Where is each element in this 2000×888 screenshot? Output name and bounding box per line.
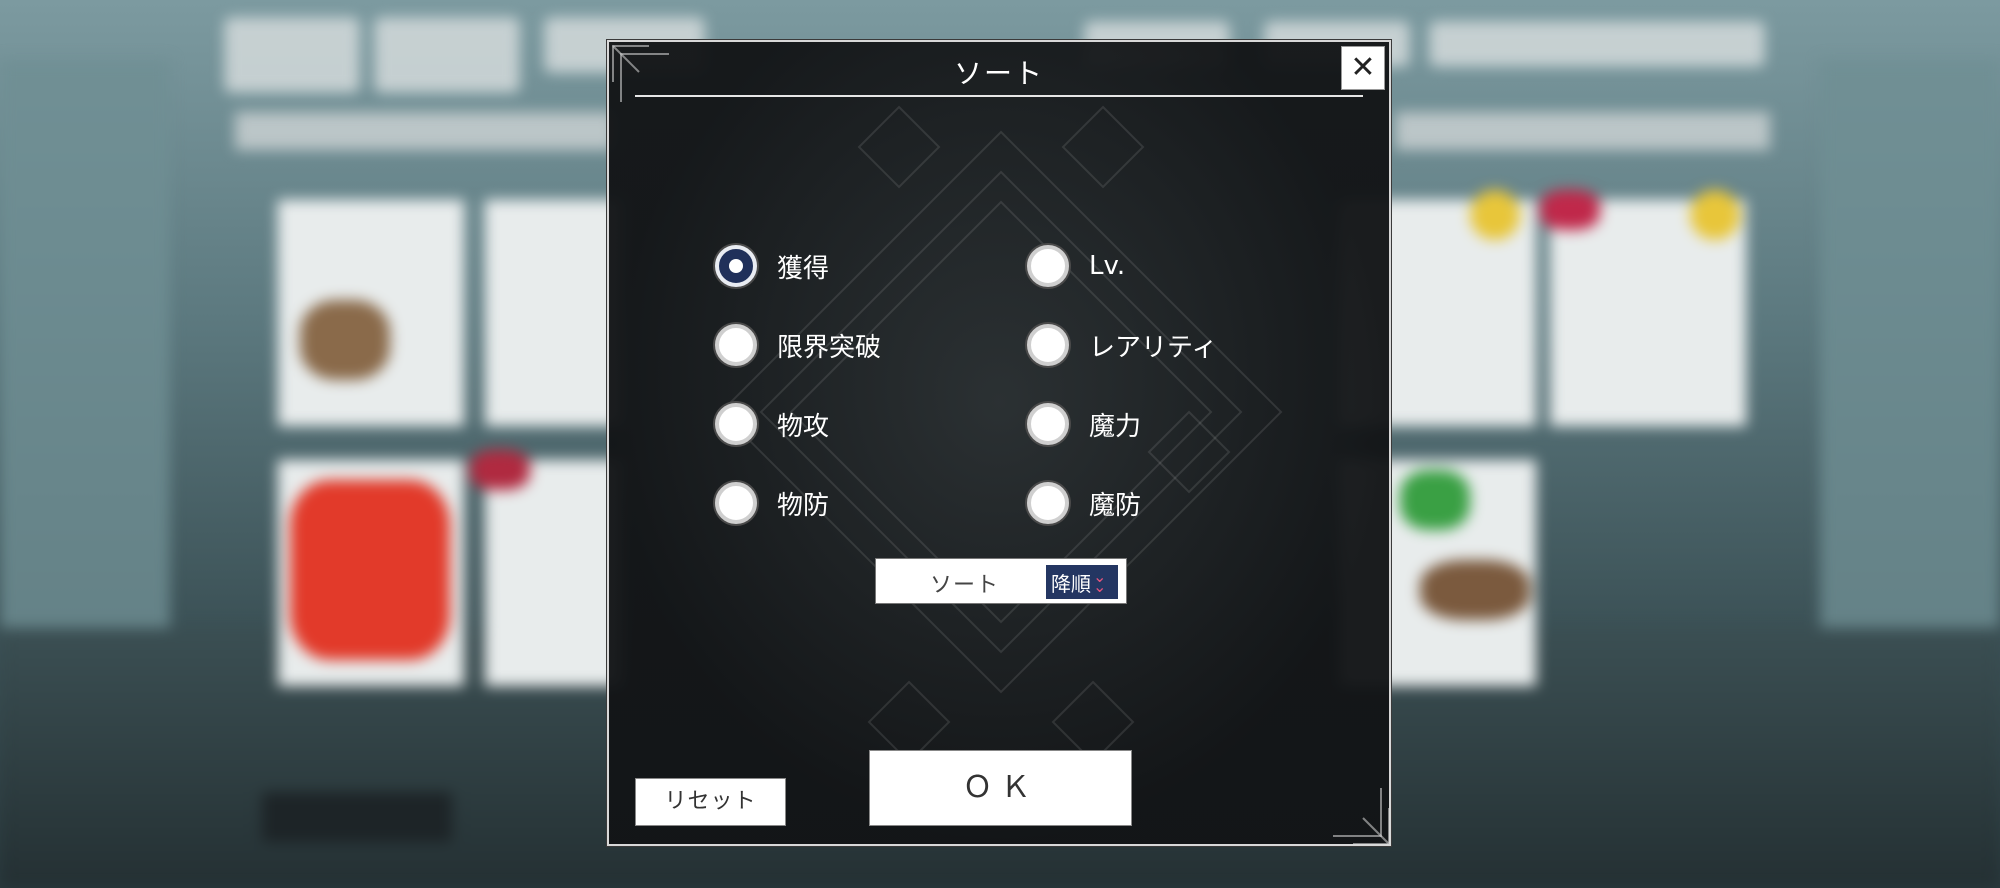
- option-label: 魔力: [1089, 411, 1142, 442]
- sort-order-label: ソート: [930, 573, 1000, 598]
- radio-button[interactable]: [1027, 403, 1069, 445]
- double-chevron-down-icon: ⌄ ⌄: [1093, 567, 1107, 596]
- option-magic-def[interactable]: 魔防: [1027, 482, 1141, 524]
- diamond-ornament: [612, 45, 1390, 845]
- close-icon: ✕: [1350, 50, 1376, 85]
- ok-button[interactable]: ＯＫ: [869, 750, 1132, 826]
- bg-home-button: [375, 18, 519, 92]
- sort-order-toggle[interactable]: 降順 ⌄ ⌄: [1046, 565, 1118, 599]
- option-label: Lv.: [1089, 251, 1126, 281]
- radio-button[interactable]: [1027, 324, 1069, 366]
- bg-search: [1430, 22, 1764, 66]
- bg-pillar-left: [0, 60, 170, 700]
- bg-art: [1690, 190, 1740, 240]
- radio-dot: [729, 259, 743, 273]
- option-phys-def[interactable]: 物防: [715, 482, 829, 524]
- bg-bar: [235, 112, 615, 150]
- option-rarity[interactable]: レアリティ: [1027, 324, 1217, 366]
- radio-button[interactable]: [715, 482, 757, 524]
- option-label: 物防: [777, 490, 830, 521]
- bg-bar: [1395, 112, 1770, 150]
- option-label: レアリティ: [1089, 332, 1218, 363]
- reset-button[interactable]: リセット: [635, 778, 786, 826]
- radio-button[interactable]: [1027, 245, 1069, 287]
- sort-dialog: ソート ✕ 獲得 Lv. 限界突破 レアリティ 物攻 魔力 物防 魔防 ソート: [607, 40, 1391, 846]
- dialog-title: ソート: [953, 57, 1044, 90]
- bg-art: [300, 300, 390, 380]
- radio-button[interactable]: [715, 324, 757, 366]
- option-level[interactable]: Lv.: [1027, 245, 1125, 287]
- sort-order-control: ソート 降順 ⌄ ⌄: [875, 558, 1127, 604]
- sort-order-value: 降順: [1051, 571, 1091, 596]
- option-label: 魔防: [1089, 490, 1142, 521]
- option-label: 獲得: [777, 253, 830, 284]
- close-button[interactable]: ✕: [1341, 46, 1385, 90]
- bg-art: [290, 480, 450, 660]
- option-acquired[interactable]: 獲得: [715, 245, 829, 287]
- radio-button[interactable]: [1027, 482, 1069, 524]
- bg-art: [1540, 190, 1600, 230]
- bg-card: [485, 200, 621, 426]
- option-limit-break[interactable]: 限界突破: [715, 324, 881, 366]
- bg-card: [485, 460, 621, 686]
- bg-back-button: [225, 18, 359, 92]
- option-phys-atk[interactable]: 物攻: [715, 403, 829, 445]
- option-label: 限界突破: [777, 332, 882, 363]
- bg-pillar-right: [1820, 60, 2000, 700]
- bg-art: [1420, 560, 1530, 620]
- bg-art: [1400, 470, 1470, 530]
- bg-art: [470, 450, 530, 490]
- bg-art: [1470, 190, 1520, 240]
- radio-button[interactable]: [715, 245, 757, 287]
- radio-button[interactable]: [715, 403, 757, 445]
- bg-dark-button: [262, 792, 452, 842]
- option-magic-power[interactable]: 魔力: [1027, 403, 1141, 445]
- option-label: 物攻: [777, 411, 830, 442]
- title-divider: [635, 95, 1363, 97]
